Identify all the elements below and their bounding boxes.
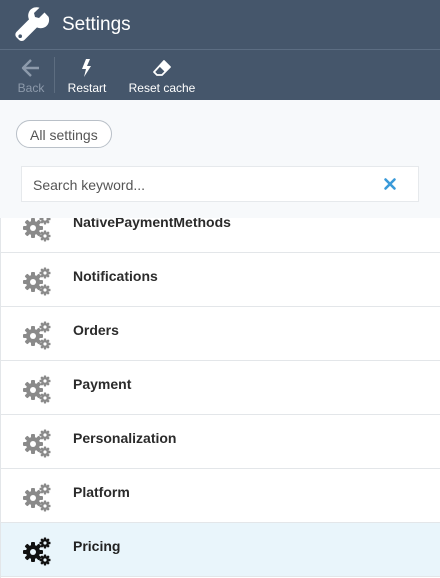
gears-icon [23, 321, 51, 350]
all-settings-button[interactable]: All settings [16, 120, 112, 148]
eraser-icon [153, 60, 171, 76]
list-item[interactable]: Pricing [1, 523, 440, 577]
gears-icon [23, 267, 51, 296]
search-input[interactable] [22, 167, 385, 203]
arrow-left-icon [21, 59, 39, 77]
gears-icon [23, 429, 51, 458]
list-item[interactable]: Platform [1, 469, 440, 523]
toolbar-divider [54, 57, 55, 93]
gears-icon [23, 218, 51, 242]
list-item-label: Personalization [73, 430, 177, 446]
title-bar: Settings [0, 0, 440, 50]
list-item-label: Orders [73, 322, 119, 338]
list-item-label: Platform [73, 484, 130, 500]
list-item[interactable]: Personalization [1, 415, 440, 469]
list-item[interactable]: Notifications [1, 253, 440, 307]
gears-icon [23, 483, 51, 512]
clear-search-icon[interactable] [382, 176, 398, 192]
lightning-icon [82, 59, 91, 77]
filter-bar: All settings [0, 100, 440, 218]
list-item[interactable]: Orders [1, 307, 440, 361]
list-item[interactable]: NativePaymentMethods [1, 218, 440, 253]
reset-cache-button[interactable]: Reset cache [123, 50, 201, 100]
gears-icon [23, 537, 51, 566]
restart-button[interactable]: Restart [59, 50, 115, 100]
page-title: Settings [62, 13, 131, 35]
restart-label: Restart [67, 81, 107, 95]
toolbar: Back Restart Reset cache [0, 50, 440, 100]
reset-cache-label: Reset cache [128, 81, 196, 95]
back-label: Back [17, 81, 45, 95]
back-button[interactable]: Back [8, 50, 54, 100]
gears-icon [23, 375, 51, 404]
list-item-label: NativePaymentMethods [73, 218, 231, 230]
list-item-label: Pricing [73, 538, 121, 554]
settings-list: NativePaymentMethods Notifications Order… [0, 218, 440, 578]
list-item-label: Notifications [73, 268, 158, 284]
wrench-icon [15, 6, 50, 41]
list-item[interactable]: Payment [1, 361, 440, 415]
search-box [21, 166, 419, 203]
list-item-label: Payment [73, 376, 132, 392]
